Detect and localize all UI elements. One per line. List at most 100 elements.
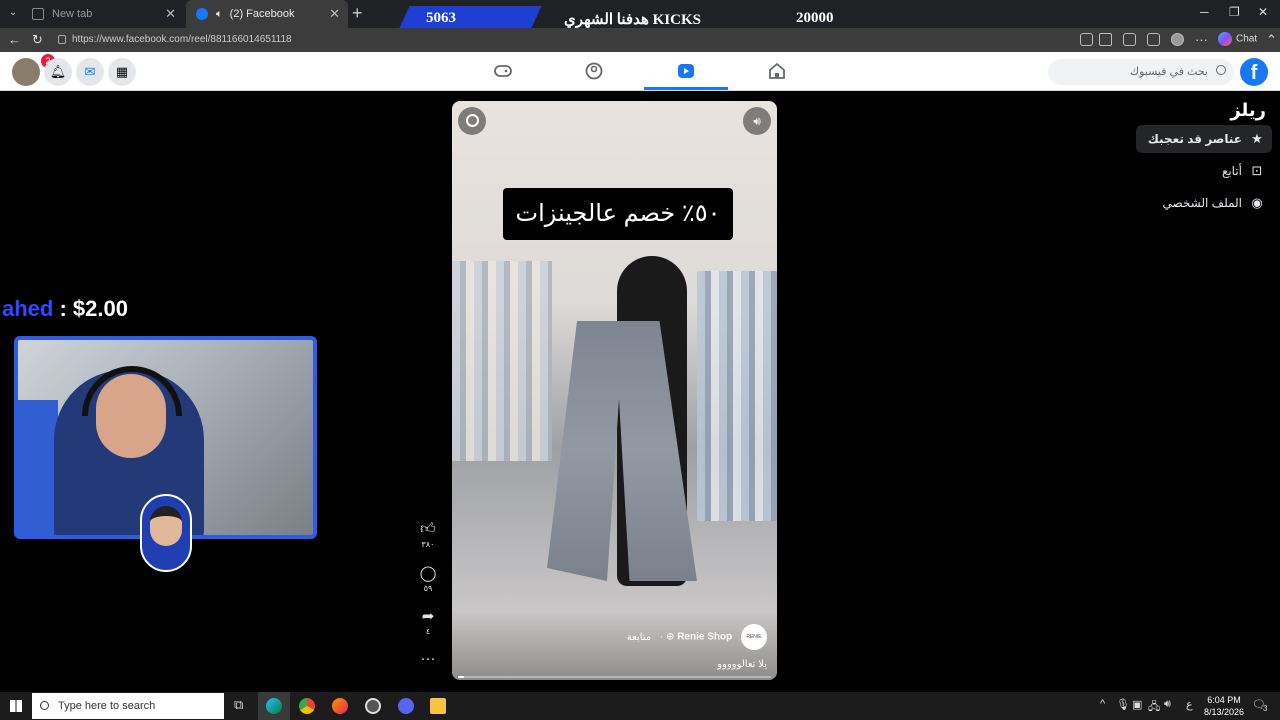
microphone-icon[interactable]: 🎙︎ (1116, 698, 1130, 711)
taskbar-search-placeholder: Type here to search (58, 700, 156, 712)
shop-avatar[interactable]: RENIE (741, 624, 767, 650)
reload-icon[interactable]: ↻ (32, 32, 43, 48)
firefox-icon[interactable] (332, 698, 348, 714)
url-field[interactable]: https://www.facebook.com/reel/8811660146… (52, 31, 1072, 49)
stream-goal-banner: 5063 هدفنا الشهري KICKS 20000 (398, 4, 884, 30)
taskbar-search-input[interactable]: Type here to search (32, 693, 224, 719)
sidebar-item-suggested[interactable]: ★ عناصر قد تعجبك (1136, 125, 1272, 153)
mascot-face (150, 506, 182, 546)
groups-icon[interactable] (585, 62, 603, 80)
facebook-top-bar: 2 🔔︎ ✉ ▦ بحث في فيسبوك f (0, 52, 1280, 91)
goal-target-value: 20000 (796, 10, 834, 26)
tab-facebook[interactable]: 🔈︎ (2) Facebook ✕ (186, 0, 348, 28)
address-bar-row: ← ↻ https://www.facebook.com/reel/881166… (0, 28, 1280, 52)
messenger-icon[interactable]: ✉ (76, 58, 104, 86)
progress-fill (458, 676, 465, 678)
favorite-star-icon[interactable] (1099, 33, 1112, 46)
share-button[interactable]: ➦ ٤ (416, 607, 440, 636)
reel-search-icon[interactable] (458, 107, 486, 135)
sidebar-item-following[interactable]: ⊡ أتابع (1136, 157, 1272, 185)
tab-label: (2) Facebook (229, 8, 295, 20)
share-icon: ➦ (421, 608, 435, 625)
reel-progress-bar[interactable] (458, 676, 771, 678)
donor-name: ahed (2, 296, 54, 321)
reels-icon[interactable] (677, 62, 695, 80)
task-view-icon[interactable]: ⧉ (234, 697, 243, 713)
sidebar-toggle-icon[interactable]: ⌃ (1266, 32, 1277, 48)
browser-tab-bar: ⌄ New tab ✕ 🔈︎ (2) Facebook ✕ + 5063 هدف… (0, 0, 1280, 30)
new-tab-button[interactable]: + (352, 3, 363, 24)
shop-name[interactable]: Renie Shop (677, 632, 732, 643)
url-text: https://www.facebook.com/reel/8811660146… (72, 34, 292, 45)
facebook-search-input[interactable]: بحث في فيسبوك (1048, 59, 1234, 85)
windows-start-icon[interactable] (10, 700, 22, 712)
more-icon: ··· (420, 650, 436, 667)
notifications-bell-icon[interactable]: 🔔︎ (44, 58, 72, 86)
like-button[interactable]: 👍︎ ٣٨٠ (416, 520, 440, 549)
facebook-favicon-icon (196, 8, 208, 20)
reel-info-overlay: RENIE Renie Shop ⊕ · متابعة يلا تعالوووو… (452, 610, 777, 680)
copilot-chat-button[interactable]: Chat (1218, 32, 1257, 46)
video-caption: ٥٠٪ خصم عالجينزات (503, 188, 733, 240)
gaming-icon[interactable] (494, 62, 512, 80)
star-icon: ★ (1251, 131, 1263, 146)
close-tab-icon[interactable]: ✕ (165, 0, 176, 28)
home-icon[interactable] (768, 62, 786, 80)
like-icon: 👍︎ (420, 520, 436, 537)
chrome-icon[interactable] (299, 698, 315, 714)
apps-icon[interactable] (1080, 33, 1093, 46)
goal-current-value: 5063 (426, 10, 456, 26)
share-count: ٤ (425, 627, 431, 636)
volume-tray-icon[interactable]: 🔊︎ (1164, 698, 1171, 711)
clothing-rack-right (697, 271, 777, 521)
sidebar-item-label: أتابع (1221, 164, 1242, 178)
sidebar-item-profile[interactable]: ◉ الملف الشخصي (1136, 189, 1272, 217)
follow-link[interactable]: متابعة (627, 632, 651, 643)
input-language[interactable]: ع (1186, 698, 1193, 711)
minimize-icon[interactable]: ─ (1200, 5, 1209, 19)
lock-icon (58, 35, 66, 44)
comment-button[interactable]: ◯ ٥٩ (416, 564, 440, 593)
goal-text: هدفنا الشهري KICKS (564, 12, 701, 28)
tab-new-tab[interactable]: New tab ✕ (22, 0, 184, 28)
clock-date: 8/13/2026 (1203, 707, 1245, 717)
more-menu-icon[interactable]: ··· (1195, 32, 1208, 47)
favorites-icon[interactable] (1147, 33, 1160, 46)
file-explorer-icon[interactable] (430, 698, 446, 714)
like-count: ٣٨٠ (421, 540, 435, 549)
close-tab-icon[interactable]: ✕ (329, 0, 340, 28)
tab-actions-menu-icon[interactable]: ⌄ (4, 4, 22, 22)
discord-icon[interactable] (398, 698, 414, 714)
speaker-icon: 🔈︎ (216, 8, 223, 20)
network-icon[interactable]: 🖧︎ (1148, 698, 1160, 717)
more-button[interactable]: ··· (416, 650, 440, 667)
back-icon[interactable]: ← (8, 32, 21, 47)
banner-accent (398, 6, 542, 30)
system-clock[interactable]: 6:04 PM 8/13/2026 (1202, 694, 1246, 718)
following-icon: ⊡ (1251, 163, 1263, 178)
donation-amount: : $2.00 (59, 296, 128, 321)
chat-label: Chat (1236, 33, 1258, 45)
sidebar-item-label: الملف الشخصي (1162, 196, 1242, 210)
reel-video[interactable]: ٥٠٪ خصم عالجينزات 🔊︎ RENIE Renie Shop ⊕ … (452, 101, 777, 680)
obs-icon[interactable] (365, 698, 381, 714)
close-window-icon[interactable]: ✕ (1258, 5, 1268, 19)
menu-grid-icon[interactable]: ▦ (108, 58, 136, 86)
tray-app-icon[interactable]: ▣ (1132, 698, 1142, 711)
reel-description: يلا تعالووووو (717, 659, 767, 670)
copilot-icon (1218, 32, 1232, 46)
volume-icon[interactable]: 🔊︎ (743, 107, 771, 135)
streamer-mascot-logo (140, 494, 192, 572)
reel-author-row: RENIE Renie Shop ⊕ · متابعة (627, 624, 767, 650)
restore-icon[interactable]: ❐ (1229, 5, 1240, 19)
facebook-logo[interactable]: f (1240, 58, 1268, 86)
account-avatar[interactable] (12, 58, 40, 86)
profile-avatar-icon[interactable] (1171, 33, 1184, 46)
clothing-rack-left (452, 261, 552, 461)
headset (82, 366, 182, 416)
extensions-icon[interactable] (1123, 33, 1136, 46)
separator: · (659, 631, 664, 643)
edge-icon[interactable] (266, 698, 282, 714)
globe-icon: ⊕ (666, 631, 675, 643)
tray-overflow-icon[interactable]: ^ (1100, 698, 1105, 710)
